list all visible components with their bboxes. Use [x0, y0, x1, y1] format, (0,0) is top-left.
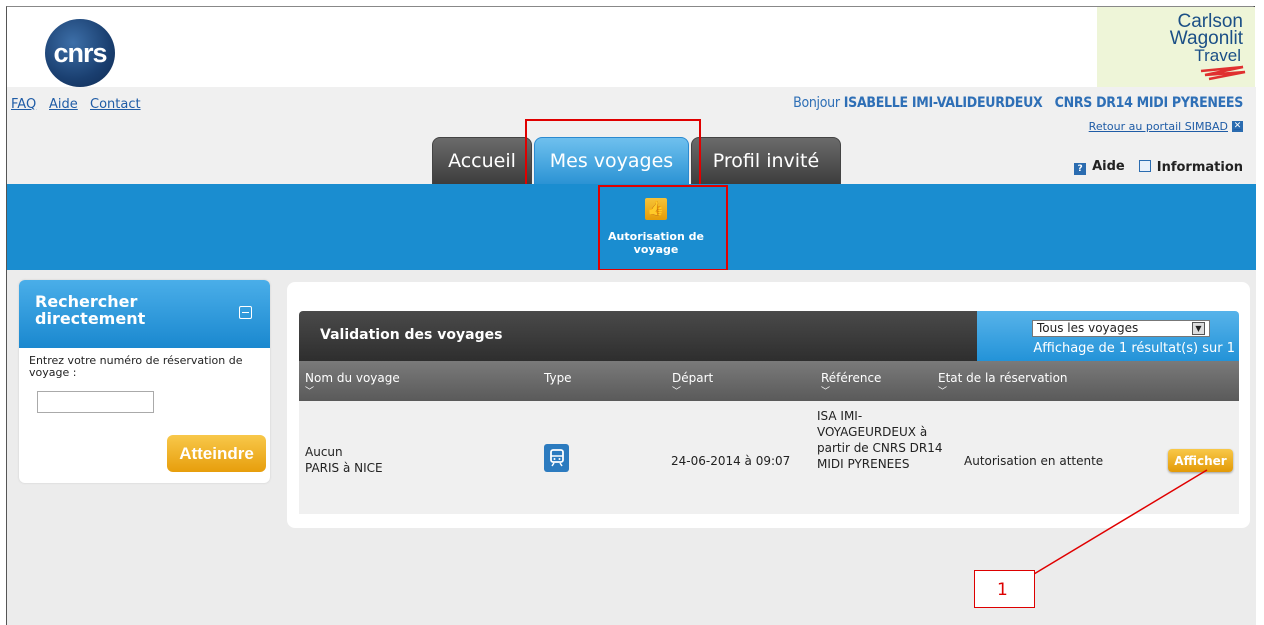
help-label[interactable]: Aide: [1092, 159, 1125, 174]
table-header: Nom du voyage ﹀ Type Départ ﹀ Référence ﹀ E…: [299, 361, 1239, 401]
title-line-1: Rechercher: [35, 292, 138, 311]
organization-name: CNRS DR14 MIDI PYRENEES: [1054, 95, 1244, 111]
greeting-prefix: Bonjour: [793, 95, 840, 111]
chevron-down-icon[interactable]: ﹀: [821, 387, 881, 397]
close-icon[interactable]: ✕: [1232, 121, 1243, 132]
highlight-subnav: [598, 185, 728, 271]
user-greeting: Bonjour ISABELLE IMI-VALIDEURDEUX CNRS D…: [793, 95, 1243, 111]
faq-link[interactable]: FAQ: [11, 97, 36, 112]
logo-line-3: Travel: [1194, 46, 1241, 65]
filter-value[interactable]: Tous les voyages: [1037, 321, 1138, 336]
chevron-down-icon[interactable]: ﹀: [672, 387, 713, 397]
dropdown-arrow-icon[interactable]: ▼: [1192, 322, 1205, 335]
train-icon: [544, 444, 569, 472]
contact-link[interactable]: Contact: [90, 97, 141, 112]
swoosh-icon: [1200, 65, 1246, 81]
title-line-2: directement: [35, 309, 146, 328]
departure-date: 24-06-2014 à 09:07: [671, 454, 791, 468]
search-panel-header: Rechercher directement: [19, 280, 270, 348]
column-nom[interactable]: Nom du voyage ﹀: [305, 371, 400, 397]
aide-link[interactable]: Aide: [49, 97, 78, 112]
information-label[interactable]: Information: [1157, 160, 1243, 175]
collapse-icon[interactable]: [239, 306, 252, 319]
trip-name: Aucun PARIS à NICE: [305, 445, 383, 475]
highlight-tab: [525, 119, 701, 192]
column-reference[interactable]: Référence ﹀: [821, 371, 881, 397]
trip-filter-select[interactable]: Tous les voyages ▼: [1032, 320, 1210, 337]
atteindre-button[interactable]: Atteindre: [167, 435, 266, 472]
chevron-down-icon[interactable]: ﹀: [305, 387, 400, 397]
trip-reference: ISA IMI-VOYAGEURDEUX à partir de CNRS DR…: [817, 409, 943, 471]
callout-line: [1028, 469, 1208, 578]
column-type: Type: [544, 371, 572, 385]
reservation-prompt: Entrez votre numéro de réservation de vo…: [29, 354, 243, 379]
tab-profil-invite[interactable]: Profil invité: [691, 137, 841, 184]
column-depart[interactable]: Départ ﹀: [672, 371, 713, 397]
reservation-number-input[interactable]: [37, 391, 154, 413]
return-portal-link[interactable]: Retour au portail SIMBAD ✕: [1089, 120, 1243, 133]
return-portal-label[interactable]: Retour au portail SIMBAD: [1089, 120, 1228, 133]
result-count: Affichage de 1 résultat(s) sur 1: [1033, 341, 1235, 356]
user-name: ISABELLE IMI-VALIDEURDEUX: [843, 95, 1043, 111]
annotation-callout: 1: [974, 570, 1035, 608]
tab-accueil[interactable]: Accueil: [432, 137, 532, 184]
help-links: ? Aide Information: [1074, 159, 1243, 175]
help-link[interactable]: ? Aide: [1074, 159, 1125, 175]
question-icon: ?: [1074, 163, 1087, 175]
search-panel-title: Rechercher directement: [35, 293, 145, 327]
chevron-down-icon[interactable]: ﹀: [938, 387, 1068, 397]
cnrs-logo: cnrs: [45, 19, 115, 87]
logo-line-2: Wagonlit: [1169, 28, 1243, 49]
pencil-icon: [1138, 159, 1151, 172]
carlson-wagonlit-logo: Carlson Wagonlit Travel: [1097, 7, 1255, 87]
column-etat[interactable]: Etat de la réservation ﹀: [938, 371, 1068, 397]
validation-title: Validation des voyages: [299, 311, 977, 361]
information-link[interactable]: Information: [1138, 159, 1243, 175]
